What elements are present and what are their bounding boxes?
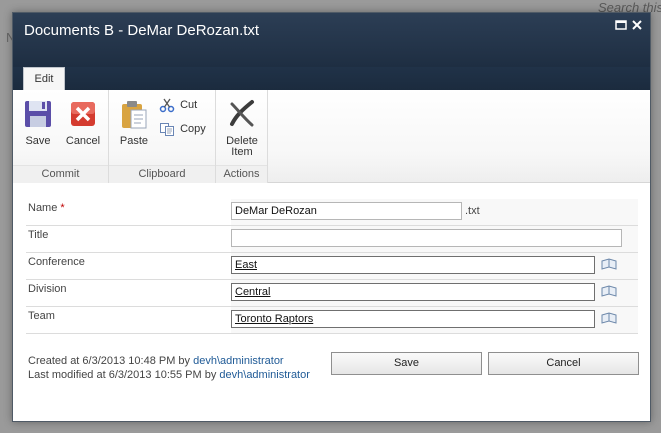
file-extension: .txt [465, 205, 480, 217]
field-label-name: Name * [28, 202, 65, 214]
copy-icon [160, 123, 174, 137]
group-label-commit: Commit [41, 168, 80, 180]
copy-ribbon-label: Copy [180, 123, 206, 136]
save-icon [25, 101, 51, 127]
copy-ribbon-button[interactable]: Copy [159, 121, 206, 139]
delete-item-ribbon-button[interactable]: Delete Item [222, 98, 262, 158]
tab-edit[interactable]: Edit [23, 67, 65, 90]
group-label-clipboard: Clipboard [138, 168, 186, 180]
team-input[interactable]: Toronto Raptors [231, 310, 595, 328]
ribbon-group-actions: Delete Item Actions [216, 90, 268, 183]
maximize-icon [615, 20, 627, 30]
field-label-title: Title [28, 229, 49, 241]
cancel-icon [71, 102, 95, 126]
field-label-team: Team [28, 310, 55, 322]
field-cell-title [231, 226, 638, 252]
division-input[interactable]: Central [231, 283, 595, 301]
cancel-ribbon-button[interactable]: Cancel [63, 98, 103, 147]
close-icon [632, 20, 642, 30]
close-button[interactable] [630, 19, 644, 33]
cut-icon [159, 98, 175, 113]
field-label-division: Division [28, 283, 67, 295]
modified-prefix: Last modified at 6/3/2013 10:55 PM by [28, 369, 220, 381]
ribbon-group-commit: Save Cancel Commit [13, 90, 109, 183]
cancel-button[interactable]: Cancel [488, 352, 639, 375]
modified-line: Last modified at 6/3/2013 10:55 PM by de… [28, 368, 310, 382]
field-row-team: Team Toronto Raptors [26, 307, 638, 334]
required-marker: * [60, 202, 65, 214]
conference-input[interactable]: East [231, 256, 595, 274]
field-row-name: Name * DeMar DeRozan .txt [26, 199, 638, 226]
paste-icon [122, 101, 147, 129]
cancel-ribbon-label: Cancel [65, 135, 101, 147]
cut-ribbon-button[interactable]: Cut [159, 97, 197, 115]
field-cell-team: Toronto Raptors [231, 307, 638, 333]
save-ribbon-button[interactable]: Save [21, 98, 55, 147]
paste-ribbon-button[interactable]: Paste [117, 98, 151, 147]
address-book-icon[interactable] [601, 312, 617, 324]
created-prefix: Created at 6/3/2013 10:48 PM by [28, 355, 194, 367]
ribbon-group-clipboard: Paste Cut Copy Clipboard [109, 90, 216, 183]
address-book-icon[interactable] [601, 285, 617, 297]
field-cell-conference: East [231, 253, 638, 279]
delete-icon [230, 100, 254, 127]
dialog-title-bar: Documents B - DeMar DeRozan.txt [13, 13, 650, 67]
maximize-button[interactable] [614, 19, 628, 33]
group-label-actions: Actions [223, 168, 260, 180]
version-info: Created at 6/3/2013 10:48 PM by devh\adm… [28, 354, 310, 382]
field-row-conference: Conference East [26, 253, 638, 280]
ribbon-tab-strip [13, 67, 650, 90]
title-input[interactable] [231, 229, 622, 247]
save-button[interactable]: Save [331, 352, 482, 375]
field-row-division: Division Central [26, 280, 638, 307]
delete-item-label-line2: Item [231, 146, 253, 158]
paste-ribbon-label: Paste [119, 135, 149, 147]
modified-by-link[interactable]: devh\administrator [219, 369, 310, 381]
ribbon: Save Cancel Commit Paste Cut Copy Clipbo… [13, 90, 650, 183]
field-cell-division: Central [231, 280, 638, 306]
created-line: Created at 6/3/2013 10:48 PM by devh\adm… [28, 354, 310, 368]
field-label-conference: Conference [28, 256, 85, 268]
field-cell-name: DeMar DeRozan .txt [231, 199, 638, 225]
edit-item-dialog: Documents B - DeMar DeRozan.txt Edit Sav… [12, 12, 651, 422]
dialog-title: Documents B - DeMar DeRozan.txt [24, 22, 260, 39]
cut-ribbon-label: Cut [180, 99, 198, 112]
save-ribbon-label: Save [25, 135, 51, 147]
address-book-icon[interactable] [601, 258, 617, 270]
name-label-text: Name [28, 202, 58, 214]
field-row-title: Title [26, 226, 638, 253]
created-by-link[interactable]: devh\administrator [193, 355, 284, 367]
name-input[interactable]: DeMar DeRozan [231, 202, 462, 220]
